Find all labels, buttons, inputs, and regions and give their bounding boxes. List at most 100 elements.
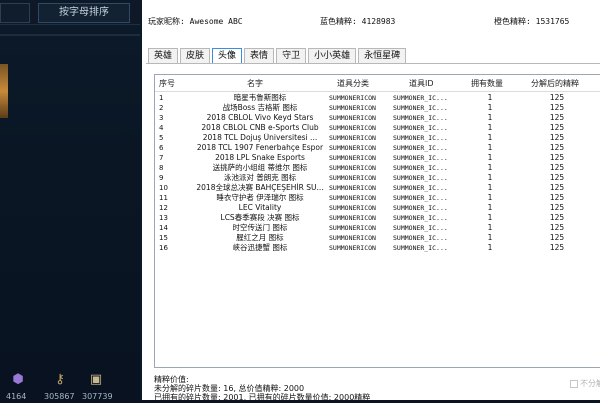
row-number: 10: [159, 184, 168, 192]
table-row[interactable]: 16 峡谷迅捷蟹 图标 SUMMONERICON SUMMONER_IC... 1 125: [155, 243, 600, 253]
item-id: SUMMONER_IC...: [393, 204, 448, 212]
tab-emotes[interactable]: 表情: [244, 48, 275, 63]
search-input[interactable]: [0, 3, 30, 23]
table-row[interactable]: 7 2018 LPL Snake Esports SUMMONERICON SUMMO…: [155, 153, 600, 163]
owned-count: 1: [487, 183, 493, 192]
item-id: SUMMONER_IC...: [393, 164, 448, 172]
table-row[interactable]: 10 2018全球总决赛 BAHÇEŞEHİR SU... SUMMONERICON…: [155, 183, 600, 193]
tab-icons[interactable]: 头像: [212, 48, 243, 64]
item-category: SUMMONERICON: [329, 214, 376, 222]
item-name: 2018 TCL 1907 Fenerbahçe Espor: [196, 143, 324, 152]
table-row[interactable]: 2 战场Boss 吉格斯 图标 SUMMONERICON SUMMONER_IC...…: [155, 103, 600, 113]
item-category: SUMMONERICON: [329, 94, 376, 102]
disenchant-value: 125: [549, 223, 565, 232]
column-header[interactable]: 分解后的精粹: [531, 78, 579, 90]
table-row[interactable]: 14 时空传送门 图标 SUMMONERICON SUMMONER_IC... 1 125: [155, 223, 600, 233]
item-name: 战场Boss 吉格斯 图标: [222, 103, 298, 112]
table-row[interactable]: 11 睡衣守护者 伊泽瑞尔 图标 SUMMONERICON SUMMONER_IC..…: [155, 193, 600, 203]
column-header[interactable]: 名字: [247, 78, 263, 90]
item-id: SUMMONER_IC...: [393, 144, 448, 152]
table-row[interactable]: 3 2018 CBLOL Vivo Keyd Stars SUMMONERICON S…: [155, 113, 600, 123]
row-number: 5: [159, 134, 164, 142]
divider: [0, 34, 140, 36]
column-header[interactable]: 序号: [159, 78, 175, 90]
item-name: LEC Vitality: [238, 203, 282, 212]
item-category: SUMMONERICON: [329, 194, 376, 202]
item-id: SUMMONER_IC...: [393, 234, 448, 242]
item-name: 2018 LPL Snake Esports: [215, 153, 305, 162]
orange-essence: 橙色精粹: 1531765: [494, 17, 570, 26]
tab-wards[interactable]: 守卫: [276, 48, 307, 63]
item-name: 腥红之月 图标: [236, 233, 284, 242]
row-number: 11: [159, 194, 168, 202]
tab-champions[interactable]: 英雄: [148, 48, 179, 63]
column-header[interactable]: 道具ID: [409, 78, 434, 90]
table-row[interactable]: 4 2018 CBLOL CNB e-Sports Club SUMMONERICO…: [155, 123, 600, 133]
disenchant-value: 125: [549, 213, 565, 222]
tab-eternals[interactable]: 永恒星碑: [358, 48, 407, 63]
item-id: SUMMONER_IC...: [393, 114, 448, 122]
tab-skins[interactable]: 皮肤: [180, 48, 211, 63]
item-id: SUMMONER_IC...: [393, 214, 448, 222]
sort-dropdown[interactable]: 按字母排序: [38, 3, 130, 23]
item-category: SUMMONERICON: [329, 234, 376, 242]
owned-count: 1: [487, 143, 493, 152]
owned-count: 1: [487, 203, 493, 212]
table-row[interactable]: 12 LEC Vitality SUMMONERICON SUMMONER_IC...…: [155, 203, 600, 213]
disenchant-value: 125: [549, 113, 565, 122]
champion-card-edge: [0, 64, 8, 118]
table-row[interactable]: 5 2018 TCL Dojuş Üniversitesi ... SUMMONER…: [155, 133, 600, 143]
owned-count: 1: [487, 173, 493, 182]
disenchant-value: 125: [549, 123, 565, 132]
row-number: 4: [159, 124, 164, 132]
table-row[interactable]: 13 LCS春季赛段 决赛 图标 SUMMONERICON SUMMONER_IC..…: [155, 213, 600, 223]
item-id: SUMMONER_IC...: [393, 104, 448, 112]
table-header: 序号 名字 道具分类 道具ID 拥有数量 分解后的精粹: [155, 75, 600, 92]
tab-divider: [146, 63, 600, 64]
row-number: 12: [159, 204, 168, 212]
owned-count: 1: [487, 113, 493, 122]
table-row[interactable]: 6 2018 TCL 1907 Fenerbahçe Espor SUMMONERI…: [155, 143, 600, 153]
no-disenchant-checkbox[interactable]: 不分解: [570, 378, 600, 389]
owned-count: 1: [487, 233, 493, 242]
item-name: 时空传送门 图标: [232, 223, 288, 232]
row-number: 6: [159, 144, 164, 152]
row-number: 8: [159, 164, 164, 172]
key-icon: ⚷: [55, 372, 65, 387]
row-number: 14: [159, 224, 168, 232]
disenchant-value: 125: [549, 233, 565, 242]
table-row[interactable]: 8 送挑萨的小组组 蒂维尔 图标 SUMMONERICON SUMMONER_IC..…: [155, 163, 600, 173]
column-header[interactable]: 道具分类: [337, 78, 369, 90]
row-number: 15: [159, 234, 168, 242]
column-header[interactable]: 拥有数量: [471, 78, 503, 90]
item-category: SUMMONERICON: [329, 204, 376, 212]
item-category: SUMMONERICON: [329, 114, 376, 122]
disenchant-value: 125: [549, 243, 565, 252]
tab-little-legends[interactable]: 小小英雄: [308, 48, 357, 63]
item-id: SUMMONER_IC...: [393, 94, 448, 102]
item-category: SUMMONERICON: [329, 134, 376, 142]
item-id: SUMMONER_IC...: [393, 244, 448, 252]
item-category: SUMMONERICON: [329, 244, 376, 252]
item-name: 峡谷迅捷蟹 图标: [232, 243, 288, 252]
disenchant-value: 125: [549, 103, 565, 112]
item-category: SUMMONERICON: [329, 124, 376, 132]
table-row[interactable]: 1 暗星韦鲁斯图标 SUMMONERICON SUMMONER_IC... 1 125: [155, 93, 600, 103]
table-row[interactable]: 15 腥红之月 图标 SUMMONERICON SUMMONER_IC... 1 125: [155, 233, 600, 243]
item-id: SUMMONER_IC...: [393, 134, 448, 142]
table-row[interactable]: 9 泳池派对 普朗克 图标 SUMMONERICON SUMMONER_IC... 1 1…: [155, 173, 600, 183]
rank-icon: ⬢: [12, 372, 24, 387]
item-name: 睡衣守护者 伊泽瑞尔 图标: [216, 193, 304, 202]
checkbox-icon: [570, 379, 578, 388]
owned-count: 1: [487, 223, 493, 232]
owned-count: 1: [487, 103, 493, 112]
checkbox-label: 不分解: [580, 379, 600, 388]
item-id: SUMMONER_IC...: [393, 224, 448, 232]
item-category: SUMMONERICON: [329, 184, 376, 192]
item-category: SUMMONERICON: [329, 144, 376, 152]
item-name: 送挑萨的小组组 蒂维尔 图标: [212, 163, 308, 172]
item-id: SUMMONER_IC...: [393, 194, 448, 202]
game-client-background: 按字母排序 ⬢ ⚷ ▣ 4164 305867 307739: [0, 0, 140, 401]
owned-count: 1: [487, 213, 493, 222]
item-id: SUMMONER_IC...: [393, 124, 448, 132]
